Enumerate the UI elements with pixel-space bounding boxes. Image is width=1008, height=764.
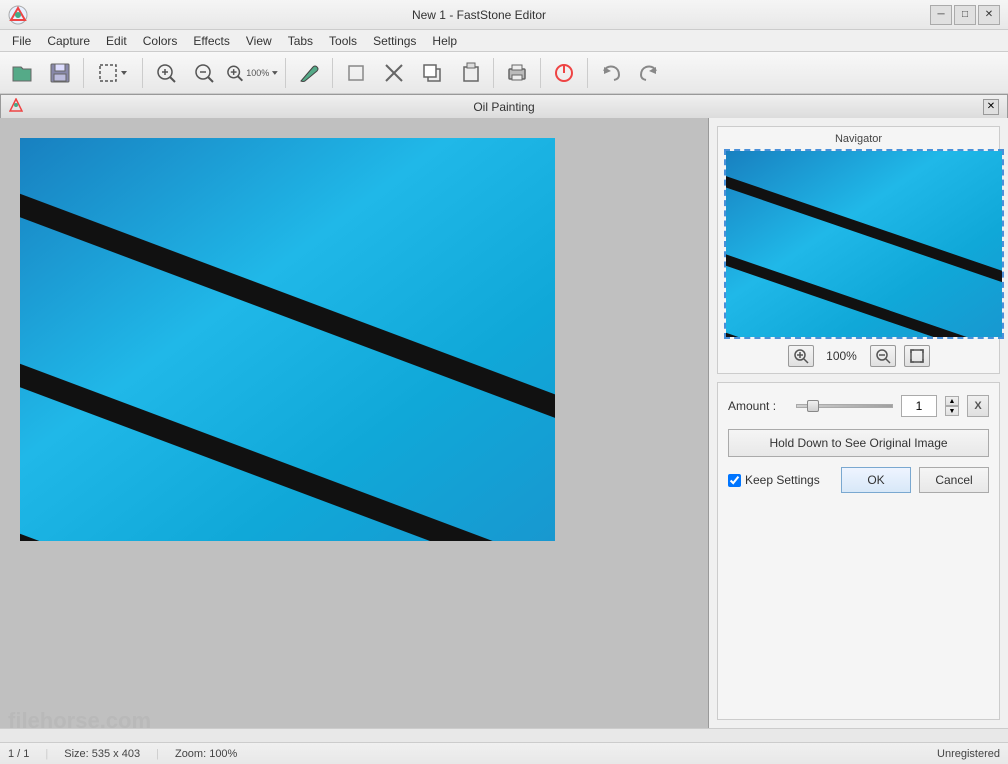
menu-item-edit[interactable]: Edit (98, 32, 135, 50)
amount-reset-btn[interactable]: X (967, 395, 989, 417)
navigator-section: Navigator (717, 126, 1000, 374)
status-registration: Unregistered (937, 748, 1000, 760)
close-button[interactable]: ✕ (978, 5, 1000, 25)
status-pages: 1 / 1 (8, 748, 29, 760)
menu-bar: FileCaptureEditColorsEffectsViewTabsTool… (0, 30, 1008, 52)
toolbar: 100% (0, 52, 1008, 94)
bottom-row: Keep Settings OK Cancel (728, 467, 989, 493)
amount-spinner: ▲ ▼ (945, 396, 959, 416)
cancel-button[interactable]: Cancel (919, 467, 989, 493)
status-bar: 1 / 1 | Size: 535 x 403 | Zoom: 100% Unr… (0, 742, 1008, 764)
toolbar-close-btn[interactable] (546, 55, 582, 91)
ok-button[interactable]: OK (841, 467, 911, 493)
amount-label: Amount : (728, 399, 788, 413)
navigator-controls: 100% (724, 345, 993, 367)
amount-slider-thumb[interactable] (807, 400, 819, 412)
nav-zoom-in-btn[interactable] (788, 345, 814, 367)
title-bar: New 1 - FastStone Editor ─ □ ✕ (0, 0, 1008, 30)
status-zoom: Zoom: 100% (175, 748, 237, 760)
toolbar-sep-3 (285, 58, 286, 88)
effect-panel-title: Oil Painting (25, 100, 983, 114)
toolbar-redo-btn[interactable] (631, 55, 667, 91)
toolbar-zoom-options-btn[interactable]: 100% (224, 55, 280, 91)
toolbar-sep-7 (587, 58, 588, 88)
toolbar-sep-5 (493, 58, 494, 88)
menu-item-effects[interactable]: Effects (185, 32, 237, 50)
toolbar-cut-btn[interactable] (376, 55, 412, 91)
menu-item-settings[interactable]: Settings (365, 32, 424, 50)
amount-value-input[interactable] (901, 395, 937, 417)
app-container: New 1 - FastStone Editor ─ □ ✕ FileCaptu… (0, 0, 1008, 764)
toolbar-save-btn[interactable] (42, 55, 78, 91)
main-image (20, 138, 555, 541)
toolbar-sep-6 (540, 58, 541, 88)
minimize-button[interactable]: ─ (930, 5, 952, 25)
toolbar-open-btn[interactable] (4, 55, 40, 91)
panel-icon (9, 98, 25, 115)
effect-panel-title-bar: Oil Painting ✕ (0, 94, 1008, 118)
status-size: Size: 535 x 403 (64, 748, 140, 760)
amount-slider[interactable] (796, 404, 893, 408)
toolbar-sep-2 (142, 58, 143, 88)
menu-item-colors[interactable]: Colors (135, 32, 186, 50)
title-text: New 1 - FastStone Editor (28, 8, 930, 22)
keep-settings-text: Keep Settings (745, 473, 820, 487)
toolbar-undo-btn[interactable] (593, 55, 629, 91)
nav-fit-btn[interactable] (904, 345, 930, 367)
app-icon (8, 5, 28, 25)
window-controls: ─ □ ✕ (930, 5, 1000, 25)
effect-panel-close-btn[interactable]: ✕ (983, 99, 999, 115)
nav-zoom-out-btn[interactable] (870, 345, 896, 367)
toolbar-crop-btn[interactable] (338, 55, 374, 91)
toolbar-print-btn[interactable] (499, 55, 535, 91)
effect-controls: Amount : ▲ ▼ X Hold Down to See Original… (717, 382, 1000, 720)
hold-down-btn[interactable]: Hold Down to See Original Image (728, 429, 989, 457)
toolbar-zoom-out-btn[interactable] (186, 55, 222, 91)
maximize-button[interactable]: □ (954, 5, 976, 25)
toolbar-sep-4 (332, 58, 333, 88)
canvas-area[interactable] (0, 118, 708, 728)
menu-item-capture[interactable]: Capture (39, 32, 98, 50)
keep-settings-label[interactable]: Keep Settings (728, 473, 833, 487)
toolbar-zoom-in-btn[interactable] (148, 55, 184, 91)
amount-spin-up[interactable]: ▲ (945, 396, 959, 406)
navigator-label: Navigator (724, 133, 993, 145)
right-panel: Navigator (708, 118, 1008, 728)
toolbar-select-btn[interactable] (89, 55, 137, 91)
horizontal-scrollbar[interactable] (0, 728, 1008, 742)
toolbar-brush-btn[interactable] (291, 55, 327, 91)
zoom-level-label: 100% (822, 349, 862, 363)
toolbar-paste-btn[interactable] (452, 55, 488, 91)
keep-settings-checkbox[interactable] (728, 474, 741, 487)
content-area: Navigator (0, 118, 1008, 728)
toolbar-copy-btn[interactable] (414, 55, 450, 91)
menu-item-view[interactable]: View (238, 32, 280, 50)
menu-item-tools[interactable]: Tools (321, 32, 365, 50)
menu-item-file[interactable]: File (4, 32, 39, 50)
menu-item-help[interactable]: Help (424, 32, 465, 50)
amount-spin-down[interactable]: ▼ (945, 406, 959, 416)
toolbar-sep-1 (83, 58, 84, 88)
amount-control-row: Amount : ▲ ▼ X (728, 395, 989, 417)
navigator-image (724, 149, 1004, 339)
menu-item-tabs[interactable]: Tabs (280, 32, 321, 50)
